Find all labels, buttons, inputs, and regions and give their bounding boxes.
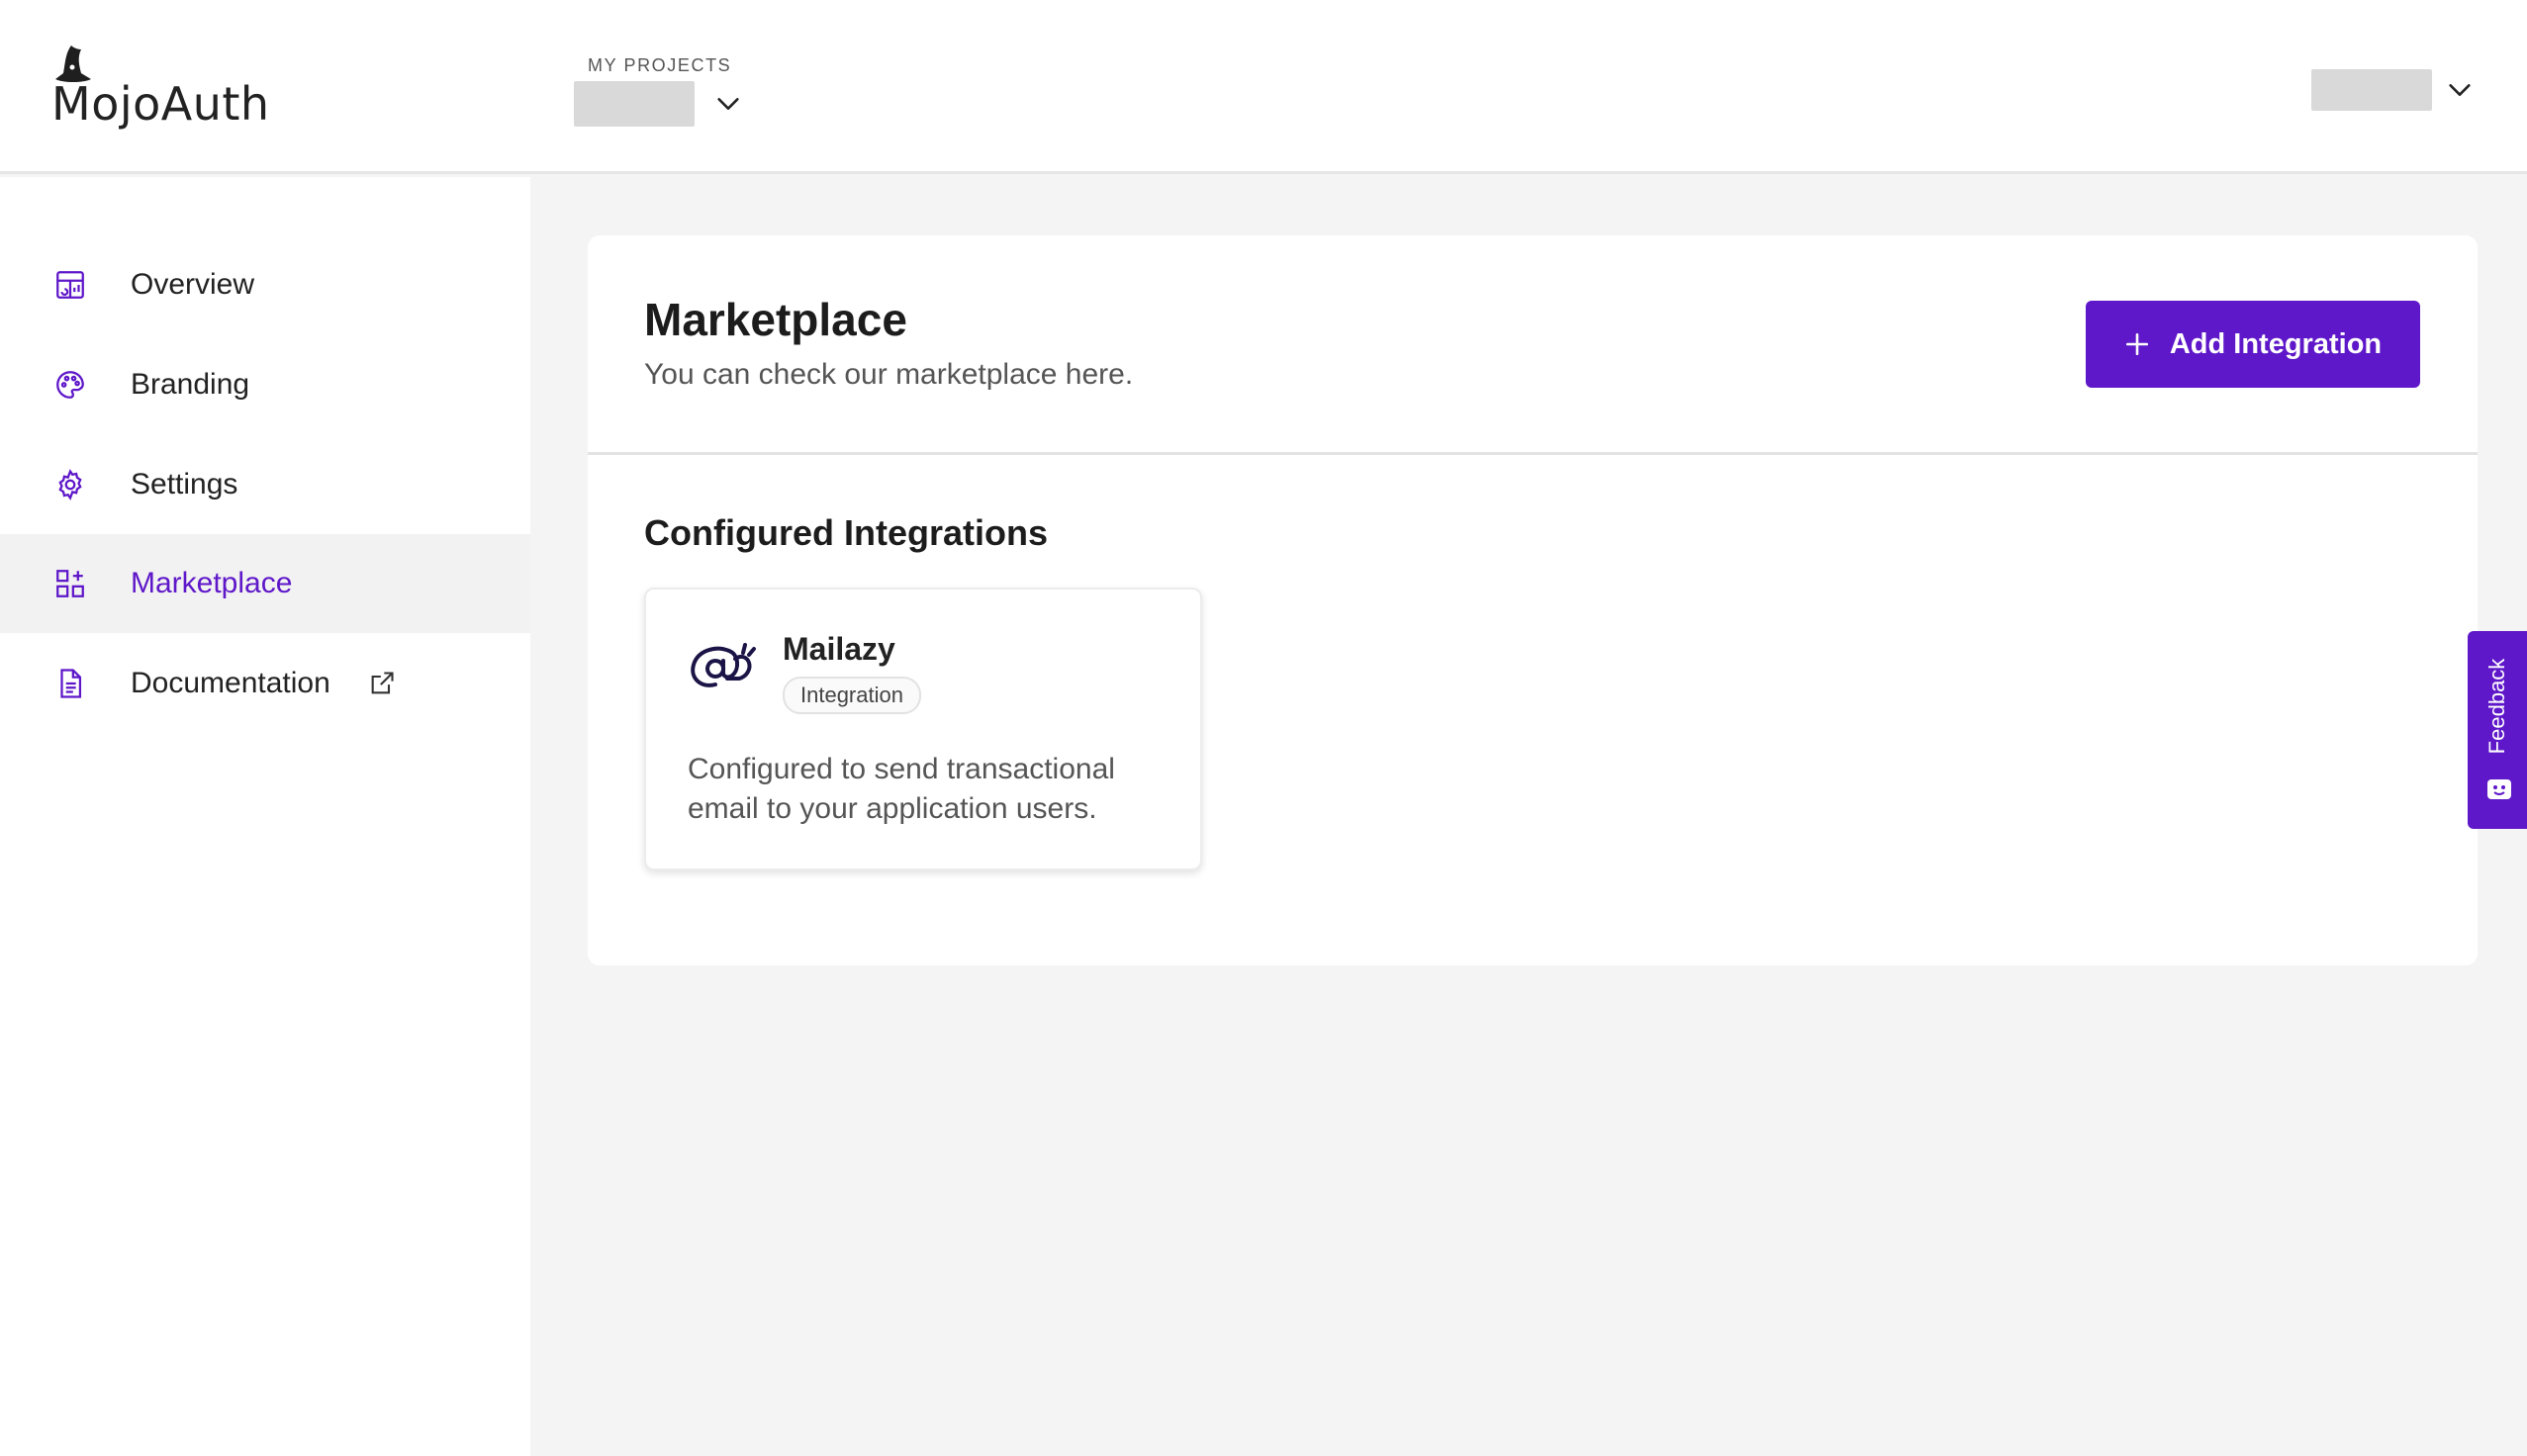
chat-bot-icon <box>2487 779 2511 799</box>
external-link-icon <box>371 672 394 694</box>
plus-icon <box>2125 332 2148 356</box>
sidebar-item-marketplace[interactable]: Marketplace <box>0 534 530 633</box>
marketplace-card: Marketplace You can check our marketplac… <box>588 235 2478 965</box>
wizard-hat-icon <box>55 46 91 82</box>
dashboard-icon <box>53 268 87 302</box>
document-icon <box>53 667 87 700</box>
integration-card-mailazy[interactable]: Mailazy Integration Configured to send t… <box>644 588 1202 870</box>
my-projects-label: MY PROJECTS <box>588 55 732 75</box>
add-integration-button[interactable]: Add Integration <box>2086 301 2420 388</box>
project-name-placeholder <box>574 81 695 127</box>
sidebar-item-documentation[interactable]: Documentation <box>0 634 530 733</box>
chevron-down-icon <box>2449 84 2471 96</box>
palette-icon <box>53 368 87 402</box>
feedback-tab[interactable]: Feedback <box>2468 631 2527 829</box>
card-header: Marketplace You can check our marketplac… <box>588 235 2478 455</box>
user-account-menu[interactable] <box>2311 69 2474 111</box>
apps-add-icon <box>53 567 87 600</box>
sidebar-nav: Overview Branding Settings Marketplace D… <box>0 177 530 1456</box>
integration-badge: Integration <box>783 677 921 714</box>
sidebar-item-label: Overview <box>131 268 255 301</box>
chevron-down-icon <box>717 98 739 110</box>
feedback-label: Feedback <box>2484 658 2509 755</box>
sidebar-item-branding[interactable]: Branding <box>0 335 530 434</box>
sidebar-item-label: Documentation <box>131 667 330 699</box>
sidebar-item-label: Marketplace <box>131 567 293 599</box>
user-name-placeholder <box>2311 69 2432 111</box>
project-selector[interactable] <box>574 81 742 127</box>
sidebar-item-label: Settings <box>131 468 238 500</box>
page-subtitle: You can check our marketplace here. <box>644 358 1134 391</box>
top-header: MojoAuth MY PROJECTS <box>0 0 2527 174</box>
add-integration-label: Add Integration <box>2169 327 2383 360</box>
integration-description: Configured to send transactional email t… <box>688 753 1115 825</box>
sidebar-item-overview[interactable]: Overview <box>0 235 530 334</box>
integration-name: Mailazy <box>783 631 895 667</box>
mojoauth-logo[interactable]: MojoAuth <box>51 46 270 127</box>
page-title: Marketplace <box>644 294 907 345</box>
gear-icon <box>53 468 87 501</box>
sidebar-item-label: Branding <box>131 368 250 401</box>
mailazy-snail-icon <box>691 643 756 687</box>
sidebar-item-settings[interactable]: Settings <box>0 435 530 534</box>
section-title: Configured Integrations <box>644 512 1048 553</box>
